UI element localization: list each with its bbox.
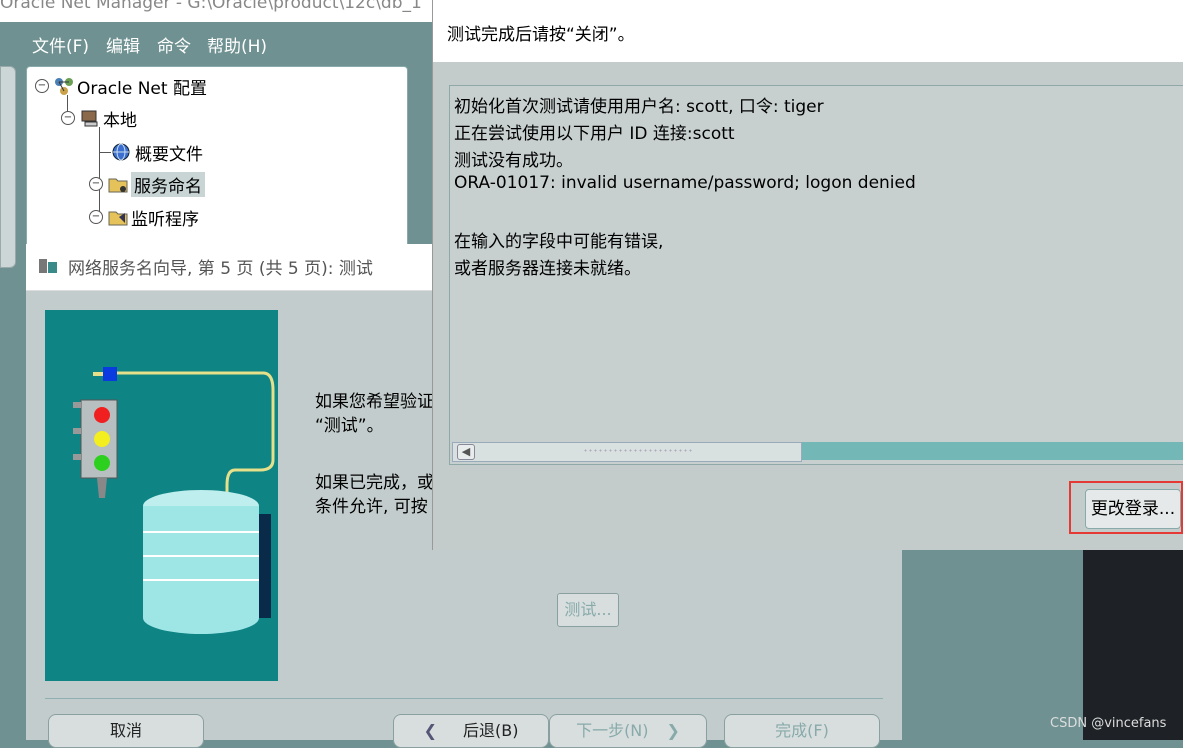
wizard-instruction-1: 如果您希望验证 “测试”。 bbox=[315, 392, 434, 436]
tree-node-listener[interactable]: − 监听程序 bbox=[89, 204, 199, 230]
test-button[interactable]: 测试... bbox=[557, 593, 619, 627]
globe-icon bbox=[111, 142, 133, 162]
test-result-textarea[interactable]: 初始化首次测试请使用用户名: scott, 口令: tiger 正在尝试使用以下… bbox=[449, 85, 1183, 465]
result-line: 在输入的字段中可能有错误, bbox=[454, 232, 664, 252]
tree-node-service-naming[interactable]: − 服务命名 bbox=[89, 171, 205, 197]
tree-node-profile[interactable]: 概要文件 bbox=[111, 139, 203, 165]
wizard-title: 网络服务名向导, 第 5 页 (共 5 页): 测试 bbox=[68, 259, 373, 279]
folder-icon bbox=[107, 174, 129, 194]
navigation-tree: − Oracle Net 配置 − 本地 概要文件 − 服务命名 − 监听程序 bbox=[26, 66, 408, 248]
scroll-left-arrow-icon[interactable]: ◀ bbox=[457, 444, 475, 460]
collapse-toggle-icon[interactable]: − bbox=[61, 111, 75, 125]
collapse-toggle-icon[interactable]: − bbox=[35, 79, 49, 93]
chevron-left-icon: ❮ bbox=[423, 721, 437, 740]
result-line: 测试没有成功。 bbox=[454, 151, 573, 171]
menu-bar: 文件(F) 编辑 命令 帮助(H) bbox=[0, 33, 432, 61]
network-config-icon bbox=[53, 76, 75, 96]
tree-label: 概要文件 bbox=[135, 144, 203, 165]
result-line: ORA-01017: invalid username/password; lo… bbox=[454, 173, 916, 193]
local-computer-icon bbox=[79, 108, 101, 128]
result-line: 正在尝试使用以下用户 ID 连接:scott bbox=[454, 124, 735, 144]
next-button[interactable]: 下一步(N) ❯ bbox=[549, 714, 707, 748]
wizard-illustration bbox=[45, 310, 278, 681]
cancel-button[interactable]: 取消 bbox=[48, 714, 204, 748]
wizard-instruction-2: 如果已完成，或 条件允许, 可按 bbox=[315, 473, 434, 517]
listener-icon bbox=[107, 207, 129, 227]
finish-button[interactable]: 完成(F) bbox=[724, 714, 880, 748]
collapse-toggle-icon[interactable]: − bbox=[89, 177, 103, 191]
result-line: 或者服务器连接未就绪。 bbox=[454, 259, 641, 279]
background-desktop bbox=[1083, 550, 1183, 740]
menu-file[interactable]: 文件(F) bbox=[32, 33, 89, 61]
result-line: 初始化首次测试请使用用户名: scott, 口令: tiger bbox=[454, 97, 824, 117]
back-button[interactable]: ❮ 后退(B) bbox=[393, 714, 549, 748]
traffic-light-database-illustration bbox=[73, 367, 275, 634]
watermark: CSDN @vincefans bbox=[1050, 716, 1167, 731]
menu-edit[interactable]: 编辑 bbox=[106, 33, 140, 61]
dialog-header: 测试完成后请按“关闭”。 bbox=[433, 0, 1183, 62]
collapse-toggle-icon[interactable]: − bbox=[89, 210, 103, 224]
tree-label: 本地 bbox=[103, 110, 137, 131]
tree-label: 监听程序 bbox=[131, 209, 199, 230]
change-login-button[interactable]: 更改登录... bbox=[1085, 489, 1181, 529]
wizard-app-icon bbox=[38, 257, 58, 275]
tree-node-oracle-net-config[interactable]: − Oracle Net 配置 bbox=[35, 73, 207, 99]
tree-node-local[interactable]: − 本地 bbox=[61, 105, 137, 131]
next-label: 下一步(N) bbox=[576, 721, 649, 740]
wizard-separator bbox=[45, 698, 883, 699]
scrollbar-thumb[interactable]: ◀ bbox=[452, 442, 802, 462]
main-window-title: Oracle Net Manager - G:\Oracle\product\1… bbox=[0, 0, 440, 22]
tree-label: 服务命名 bbox=[131, 171, 205, 197]
menu-command[interactable]: 命令 bbox=[157, 33, 191, 61]
left-toolbar-strip bbox=[0, 66, 16, 268]
dialog-instruction: 测试完成后请按“关闭”。 bbox=[447, 25, 635, 45]
scrollbar-grip-icon bbox=[583, 448, 693, 454]
connection-test-dialog: 测试完成后请按“关闭”。 初始化首次测试请使用用户名: scott, 口令: t… bbox=[432, 0, 1183, 550]
back-label: 后退(B) bbox=[462, 721, 519, 740]
horizontal-scrollbar[interactable]: ◀ bbox=[452, 442, 1183, 462]
menu-help[interactable]: 帮助(H) bbox=[207, 33, 267, 61]
tree-label: Oracle Net 配置 bbox=[77, 78, 207, 99]
chevron-right-icon: ❯ bbox=[666, 721, 680, 740]
